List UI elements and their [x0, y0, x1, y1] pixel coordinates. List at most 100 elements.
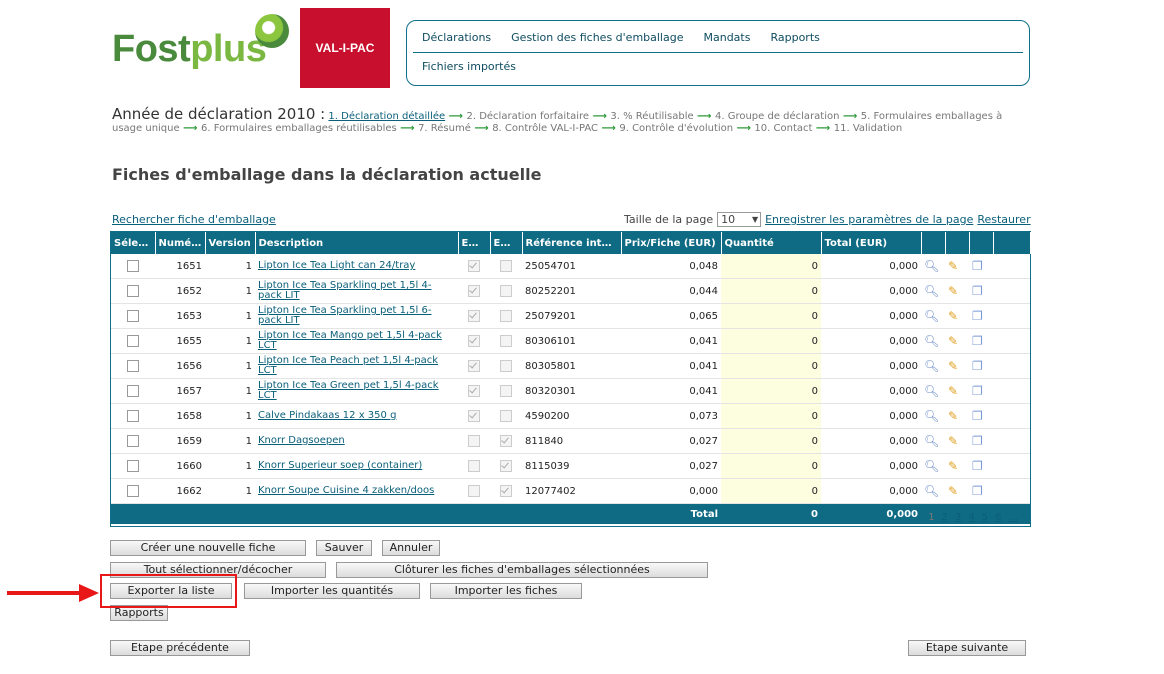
description-link[interactable]: Lipton Ice Tea Sparkling pet 1,5l 6-pack…	[258, 305, 431, 326]
description-link[interactable]: Knorr Soupe Cuisine 4 zakken/doos	[258, 485, 434, 496]
column-header-6[interactable]: Référence inter...	[522, 232, 622, 254]
description-link[interactable]: Lipton Ice Tea Mango pet 1,5l 4-pack LCT	[258, 330, 442, 351]
column-header-10[interactable]	[921, 232, 946, 254]
magnifier-icon[interactable]: 🔍︎	[924, 309, 939, 323]
nav-item-3[interactable]: Rapports	[770, 31, 819, 44]
quantity-cell[interactable]: 0	[721, 278, 821, 304]
column-header-1[interactable]: Numéro	[155, 232, 206, 254]
pencil-icon[interactable]: ✎	[948, 334, 958, 348]
pencil-icon[interactable]: ✎	[948, 284, 958, 298]
row-select-checkbox[interactable]	[127, 485, 139, 497]
cancel-button[interactable]: Annuler	[382, 540, 440, 556]
copy-icon[interactable]: ❐	[972, 334, 983, 348]
description-link[interactable]: Knorr Superieur soep (container)	[258, 460, 422, 471]
magnifier-icon[interactable]: 🔍︎	[924, 334, 939, 348]
nav-item-1[interactable]: Gestion des fiches d'emballage	[511, 31, 683, 44]
pencil-icon[interactable]: ✎	[948, 359, 958, 373]
pencil-icon[interactable]: ✎	[948, 409, 958, 423]
copy-icon[interactable]: ❐	[972, 309, 983, 323]
column-header-5[interactable]: Em...	[490, 232, 523, 254]
row-select-checkbox[interactable]	[127, 410, 139, 422]
pencil-icon[interactable]: ✎	[948, 309, 958, 323]
close-selected-button[interactable]: Clôturer les fiches d'emballages sélecti…	[336, 562, 708, 578]
description-cell: Knorr Soupe Cuisine 4 zakken/doos	[255, 478, 458, 504]
copy-cell: ❐	[969, 378, 993, 404]
row-select-checkbox[interactable]	[127, 360, 139, 372]
copy-icon[interactable]: ❐	[972, 384, 983, 398]
page-size-select[interactable]: 10 ▼	[717, 212, 762, 227]
nav-item-2[interactable]: Mandats	[703, 31, 750, 44]
pencil-icon[interactable]: ✎	[948, 434, 958, 448]
row-select-checkbox[interactable]	[127, 310, 139, 322]
pencil-icon[interactable]: ✎	[948, 484, 958, 498]
search-packaging-link[interactable]: Rechercher fiche d'emballage	[112, 213, 276, 226]
copy-icon[interactable]: ❐	[972, 259, 983, 273]
page-link-6[interactable]: 6	[995, 512, 1001, 523]
quantity-cell[interactable]: 0	[721, 328, 821, 354]
description-link[interactable]: Lipton Ice Tea Sparkling pet 1,5l 4-pack…	[258, 280, 431, 301]
column-header-8[interactable]: Quantité	[721, 232, 822, 254]
next-step-button[interactable]: Etape suivante	[908, 640, 1026, 656]
magnifier-icon[interactable]: 🔍︎	[924, 359, 939, 373]
copy-icon[interactable]: ❐	[972, 284, 983, 298]
description-link[interactable]: Calve Pindakaas 12 x 350 g	[258, 410, 396, 421]
quantity-cell[interactable]: 0	[721, 353, 821, 379]
nav-item-imported-files[interactable]: Fichiers importés	[422, 60, 516, 73]
create-new-sheet-button[interactable]: Créer une nouvelle fiche	[110, 540, 306, 556]
row-select-checkbox[interactable]	[127, 335, 139, 347]
page-link-3[interactable]: 3	[955, 512, 961, 523]
magnifier-icon[interactable]: 🔍︎	[924, 384, 939, 398]
column-header-4[interactable]: Em...	[458, 232, 491, 254]
page-link-2[interactable]: 2	[942, 512, 948, 523]
column-header-13[interactable]	[993, 232, 1031, 254]
copy-icon[interactable]: ❐	[972, 459, 983, 473]
page-link-...[interactable]: ...	[1008, 512, 1018, 523]
magnifier-icon[interactable]: 🔍︎	[924, 434, 939, 448]
copy-icon[interactable]: ❐	[972, 359, 983, 373]
restore-link[interactable]: Restaurer	[977, 213, 1030, 226]
column-header-7[interactable]: Prix/Fiche (EUR)	[621, 232, 722, 254]
description-link[interactable]: Lipton Ice Tea Peach pet 1,5l 4-pack LCT	[258, 355, 438, 376]
magnifier-icon[interactable]: 🔍︎	[924, 284, 939, 298]
column-header-9[interactable]: Total (EUR)	[821, 232, 922, 254]
row-select-checkbox[interactable]	[127, 285, 139, 297]
magnifier-icon[interactable]: 🔍︎	[924, 459, 939, 473]
save-button[interactable]: Sauver	[316, 540, 372, 556]
breadcrumb-step-1[interactable]: 1. Déclaration détaillée	[328, 111, 445, 122]
page-link-4[interactable]: 4	[968, 512, 974, 523]
description-link[interactable]: Lipton Ice Tea Green pet 1,5l 4-pack LCT	[258, 380, 439, 401]
quantity-cell[interactable]: 0	[721, 254, 821, 279]
magnifier-icon[interactable]: 🔍︎	[924, 259, 939, 273]
column-header-11[interactable]	[945, 232, 970, 254]
previous-step-button[interactable]: Etape précédente	[110, 640, 250, 656]
magnifier-icon[interactable]: 🔍︎	[924, 409, 939, 423]
column-header-12[interactable]	[969, 232, 994, 254]
save-page-settings-link[interactable]: Enregistrer les paramètres de la page	[765, 213, 973, 226]
row-select-checkbox[interactable]	[127, 435, 139, 447]
quantity-cell[interactable]: 0	[721, 478, 821, 504]
quantity-cell[interactable]: 0	[721, 403, 821, 429]
quantity-cell[interactable]: 0	[721, 428, 821, 454]
column-header-3[interactable]: Description	[255, 232, 459, 254]
column-header-0[interactable]: Sélec...	[111, 232, 156, 254]
copy-icon[interactable]: ❐	[972, 409, 983, 423]
quantity-cell[interactable]: 0	[721, 303, 821, 329]
copy-icon[interactable]: ❐	[972, 434, 983, 448]
quantity-cell[interactable]: 0	[721, 378, 821, 404]
pencil-icon[interactable]: ✎	[948, 259, 958, 273]
quantity-cell[interactable]: 0	[721, 453, 821, 479]
pencil-icon[interactable]: ✎	[948, 459, 958, 473]
description-link[interactable]: Lipton Ice Tea Light can 24/tray	[258, 260, 415, 271]
pencil-icon[interactable]: ✎	[948, 384, 958, 398]
column-header-2[interactable]: Version	[205, 232, 256, 254]
import-quantities-button[interactable]: Importer les quantités	[244, 583, 420, 599]
magnifier-icon[interactable]: 🔍︎	[924, 484, 939, 498]
row-select-checkbox[interactable]	[127, 385, 139, 397]
page-link-5[interactable]: 5	[982, 512, 988, 523]
row-select-checkbox[interactable]	[127, 260, 139, 272]
description-link[interactable]: Knorr Dagsoepen	[258, 435, 345, 446]
nav-item-0[interactable]: Déclarations	[422, 31, 491, 44]
row-select-checkbox[interactable]	[127, 460, 139, 472]
import-sheets-button[interactable]: Importer les fiches	[430, 583, 582, 599]
copy-icon[interactable]: ❐	[972, 484, 983, 498]
